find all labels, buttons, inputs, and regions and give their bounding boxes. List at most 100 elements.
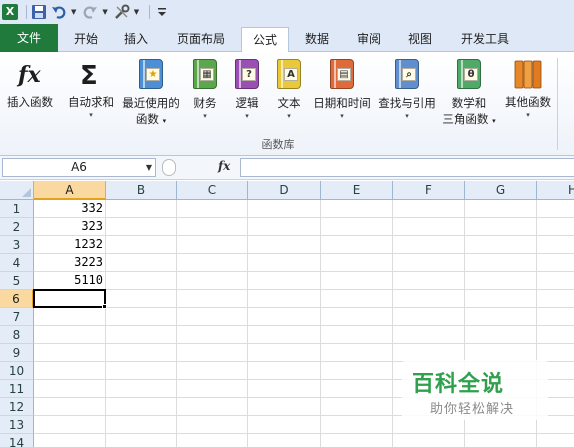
column-header-e[interactable]: E — [321, 181, 393, 200]
cell-e12[interactable] — [321, 398, 393, 416]
row-header-9[interactable]: 9 — [0, 344, 34, 362]
cell-d6[interactable] — [248, 290, 321, 308]
cell-e11[interactable] — [321, 380, 393, 398]
cell-a11[interactable] — [34, 380, 106, 398]
column-header-h[interactable]: H — [537, 181, 574, 200]
cell-d3[interactable] — [248, 236, 321, 254]
cell-d9[interactable] — [248, 344, 321, 362]
cell-c12[interactable] — [177, 398, 248, 416]
tools-dropdown-icon[interactable]: ▼ — [134, 8, 139, 16]
cell-d13[interactable] — [248, 416, 321, 434]
cell-a10[interactable] — [34, 362, 106, 380]
cell-d10[interactable] — [248, 362, 321, 380]
cell-c1[interactable] — [177, 200, 248, 218]
lookup-reference-button[interactable]: ⌕ 查找与引用 ▾ — [376, 58, 438, 121]
tab-page-layout[interactable]: 页面布局 — [168, 27, 234, 52]
cell-b3[interactable] — [106, 236, 177, 254]
cell-g3[interactable] — [465, 236, 537, 254]
cell-h6[interactable] — [537, 290, 574, 308]
row-header-4[interactable]: 4 — [0, 254, 34, 272]
cell-b8[interactable] — [106, 326, 177, 344]
cell-b13[interactable] — [106, 416, 177, 434]
cell-g4[interactable] — [465, 254, 537, 272]
row-header-3[interactable]: 3 — [0, 236, 34, 254]
cell-g14[interactable] — [465, 434, 537, 447]
cell-e5[interactable] — [321, 272, 393, 290]
column-header-a[interactable]: A — [34, 181, 106, 200]
cell-d2[interactable] — [248, 218, 321, 236]
redo-dropdown-icon[interactable]: ▼ — [102, 8, 107, 16]
row-header-13[interactable]: 13 — [0, 416, 34, 434]
row-header-7[interactable]: 7 — [0, 308, 34, 326]
cell-d7[interactable] — [248, 308, 321, 326]
cell-c4[interactable] — [177, 254, 248, 272]
cell-f6[interactable] — [393, 290, 465, 308]
cell-e3[interactable] — [321, 236, 393, 254]
row-header-2[interactable]: 2 — [0, 218, 34, 236]
column-header-f[interactable]: F — [393, 181, 465, 200]
column-header-d[interactable]: D — [248, 181, 321, 200]
cell-d1[interactable] — [248, 200, 321, 218]
column-header-g[interactable]: G — [465, 181, 537, 200]
date-time-button[interactable]: ▤ 日期和时间 ▾ — [310, 58, 374, 121]
cell-f7[interactable] — [393, 308, 465, 326]
cell-f1[interactable] — [393, 200, 465, 218]
cell-a14[interactable] — [34, 434, 106, 447]
cell-b9[interactable] — [106, 344, 177, 362]
cell-e7[interactable] — [321, 308, 393, 326]
tab-review[interactable]: 审阅 — [348, 27, 390, 52]
text-button[interactable]: A 文本 ▾ — [272, 58, 306, 121]
tab-file[interactable]: 文件 — [0, 24, 58, 52]
cell-c13[interactable] — [177, 416, 248, 434]
row-header-8[interactable]: 8 — [0, 326, 34, 344]
fill-handle[interactable] — [102, 304, 107, 309]
cell-a7[interactable] — [34, 308, 106, 326]
cell-c11[interactable] — [177, 380, 248, 398]
row-header-14[interactable]: 14 — [0, 434, 34, 447]
cell-a6[interactable] — [33, 289, 106, 308]
cell-g6[interactable] — [465, 290, 537, 308]
undo-dropdown-icon[interactable]: ▼ — [71, 8, 76, 16]
cell-h4[interactable] — [537, 254, 574, 272]
cell-c2[interactable] — [177, 218, 248, 236]
cell-f8[interactable] — [393, 326, 465, 344]
cell-d14[interactable] — [248, 434, 321, 447]
cell-f14[interactable] — [393, 434, 465, 447]
cell-b2[interactable] — [106, 218, 177, 236]
cell-f5[interactable] — [393, 272, 465, 290]
cell-e14[interactable] — [321, 434, 393, 447]
cell-c14[interactable] — [177, 434, 248, 447]
cell-b10[interactable] — [106, 362, 177, 380]
cell-g1[interactable] — [465, 200, 537, 218]
cell-b11[interactable] — [106, 380, 177, 398]
excel-app-icon[interactable]: X — [2, 4, 18, 20]
cell-c5[interactable] — [177, 272, 248, 290]
tab-developer[interactable]: 开发工具 — [452, 27, 518, 52]
cell-b14[interactable] — [106, 434, 177, 447]
cell-h1[interactable] — [537, 200, 574, 218]
select-all-corner[interactable] — [0, 181, 34, 200]
insert-function-fx-icon[interactable]: fx — [218, 159, 230, 173]
tab-home[interactable]: 开始 — [64, 27, 108, 52]
cell-d5[interactable] — [248, 272, 321, 290]
cell-h5[interactable] — [537, 272, 574, 290]
row-header-11[interactable]: 11 — [0, 380, 34, 398]
cell-a1[interactable]: 332 — [34, 200, 106, 218]
cell-a12[interactable] — [34, 398, 106, 416]
cell-f3[interactable] — [393, 236, 465, 254]
column-header-b[interactable]: B — [106, 181, 177, 200]
cell-c8[interactable] — [177, 326, 248, 344]
cell-d4[interactable] — [248, 254, 321, 272]
tab-view[interactable]: 视图 — [399, 27, 441, 52]
cell-g2[interactable] — [465, 218, 537, 236]
cell-b6[interactable] — [106, 290, 177, 308]
cell-c10[interactable] — [177, 362, 248, 380]
cell-d12[interactable] — [248, 398, 321, 416]
cell-c6[interactable] — [177, 290, 248, 308]
column-header-c[interactable]: C — [177, 181, 248, 200]
tools-icon[interactable] — [114, 4, 130, 20]
cell-h8[interactable] — [537, 326, 574, 344]
cell-d8[interactable] — [248, 326, 321, 344]
cell-e1[interactable] — [321, 200, 393, 218]
cell-e13[interactable] — [321, 416, 393, 434]
